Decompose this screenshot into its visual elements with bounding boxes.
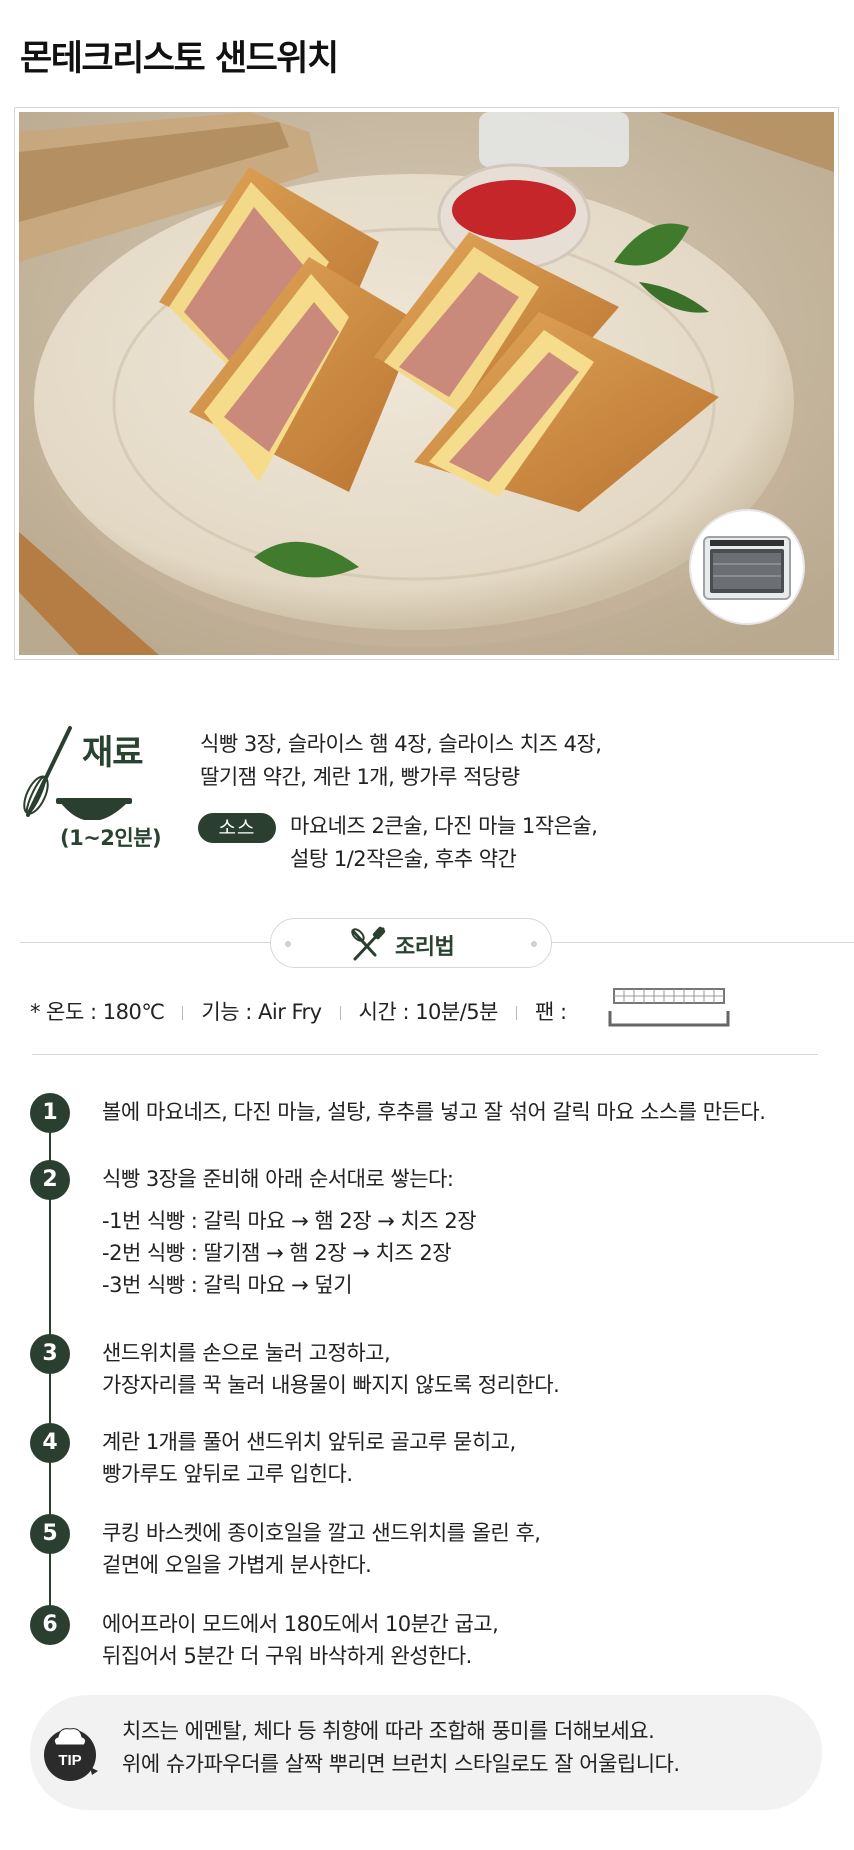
step-line: 쿠킹 바스켓에 종이호일을 깔고 샌드위치를 올린 후,: [102, 1521, 541, 1545]
step-number: 3: [30, 1334, 70, 1374]
pill-dot: [531, 941, 537, 947]
step-line: 겉면에 오일을 가볍게 분사한다.: [102, 1553, 372, 1577]
step-text: 볼에 마요네즈, 다진 마늘, 설탕, 후추를 넣고 잘 섞어 갈릭 마요 소스…: [102, 1096, 832, 1128]
step-line: 볼에 마요네즈, 다진 마늘, 설탕, 후추를 넣고 잘 섞어 갈릭 마요 소스…: [102, 1100, 766, 1124]
servings-label: (1~2인분): [60, 826, 162, 850]
sauce-badge: 소스: [198, 813, 276, 843]
step-line: 가장자리를 꾹 눌러 내용물이 빠지지 않도록 정리한다.: [102, 1373, 560, 1397]
step-text: 에어프라이 모드에서 180도에서 10분간 굽고, 뒤집어서 5분간 더 구워…: [102, 1608, 832, 1672]
recipe-photo: [19, 112, 834, 655]
tip-box: TIP 치즈는 에멘탈, 체다 등 취향에 따라 조합해 풍미를 더해보세요. …: [30, 1695, 822, 1810]
step-number: 6: [30, 1605, 70, 1645]
tip-line: 치즈는 에멘탈, 체다 등 취향에 따라 조합해 풍미를 더해보세요.: [122, 1719, 655, 1743]
step-text: 샌드위치를 손으로 눌러 고정하고, 가장자리를 꾹 눌러 내용물이 빠지지 않…: [102, 1337, 832, 1401]
info-separator: [516, 1006, 517, 1020]
sauce-line: 마요네즈 2큰술, 다진 마늘 1작은술,: [290, 814, 598, 838]
step-number: 1: [30, 1093, 70, 1133]
step-subline: -1번 식빵 : 갈릭 마요 → 햄 2장 → 치즈 2장: [102, 1209, 477, 1233]
temperature-info: * 온도 : 180℃: [30, 1000, 165, 1024]
step-line: 식빵 3장을 준비해 아래 순서대로 쌓는다:: [102, 1167, 454, 1191]
sauce-line: 설탕 1/2작은술, 후추 약간: [290, 847, 517, 871]
step-line: 뒤집어서 5분간 더 구워 바삭하게 완성한다.: [102, 1644, 472, 1668]
tip-text: 치즈는 에멘탈, 체다 등 취향에 따라 조합해 풍미를 더해보세요. 위에 슈…: [122, 1715, 812, 1781]
step-line: 샌드위치를 손으로 눌러 고정하고,: [102, 1341, 391, 1365]
method-heading-pill: 조리법: [270, 918, 552, 968]
recipe-photo-frame: [14, 107, 839, 660]
step-number: 4: [30, 1423, 70, 1463]
step-text: 계란 1개를 풀어 샌드위치 앞뒤로 골고루 묻히고, 빵가루도 앞뒤로 고루 …: [102, 1426, 832, 1490]
function-info: 기능 : Air Fry: [201, 1000, 322, 1024]
sauce-ingredient-list: 마요네즈 2큰술, 다진 마늘 1작은술, 설탕 1/2작은술, 후추 약간: [290, 810, 710, 876]
ingredients-heading: 재료: [82, 733, 144, 773]
step-line: 빵가루도 앞뒤로 고루 입힌다.: [102, 1462, 353, 1486]
pill-dot: [285, 941, 291, 947]
page-title: 몬테크리스토 샌드위치: [20, 39, 339, 79]
info-separator: [339, 1006, 341, 1020]
step-text: 식빵 3장을 준비해 아래 순서대로 쌓는다: -1번 식빵 : 갈릭 마요 →…: [102, 1163, 832, 1301]
step-line: 계란 1개를 풀어 샌드위치 앞뒤로 골고루 묻히고,: [102, 1430, 516, 1454]
cooking-info-row: * 온도 : 180℃ 기능 : Air Fry 시간 : 10분/5분 팬 :: [30, 996, 567, 1026]
whisk-spatula-icon: [351, 926, 386, 961]
chef-tip-icon: TIP: [44, 1728, 98, 1781]
ingredient-line: 딸기잼 약간, 계란 1개, 빵가루 적당량: [200, 765, 520, 789]
method-heading: 조리법: [395, 935, 455, 960]
ingredient-line: 식빵 3장, 슬라이스 햄 4장, 슬라이스 치즈 4장,: [200, 732, 602, 756]
step-subline: -2번 식빵 : 딸기잼 → 햄 2장 → 치즈 2장: [102, 1241, 452, 1265]
pan-info: 팬 :: [535, 1000, 567, 1024]
step-number: 5: [30, 1514, 70, 1554]
step-number: 2: [30, 1160, 70, 1200]
tip-icon-label: TIP: [58, 1752, 81, 1769]
grill-pan-icon: [608, 988, 730, 1027]
info-separator: [182, 1006, 184, 1020]
time-info: 시간 : 10분/5분: [358, 1000, 499, 1024]
info-divider: [32, 1054, 818, 1055]
step-line: 에어프라이 모드에서 180도에서 10분간 굽고,: [102, 1612, 499, 1636]
step-text: 쿠킹 바스켓에 종이호일을 깔고 샌드위치를 올린 후, 겉면에 오일을 가볍게…: [102, 1517, 832, 1581]
air-fryer-oven-icon: [703, 536, 791, 600]
tip-line: 위에 슈가파우더를 살짝 뿌리면 브런치 스타일로도 잘 어울립니다.: [122, 1752, 680, 1776]
step-subline: -3번 식빵 : 갈릭 마요 → 덮기: [102, 1273, 353, 1297]
ingredient-list: 식빵 3장, 슬라이스 햄 4장, 슬라이스 치즈 4장, 딸기잼 약간, 계란…: [200, 728, 660, 794]
